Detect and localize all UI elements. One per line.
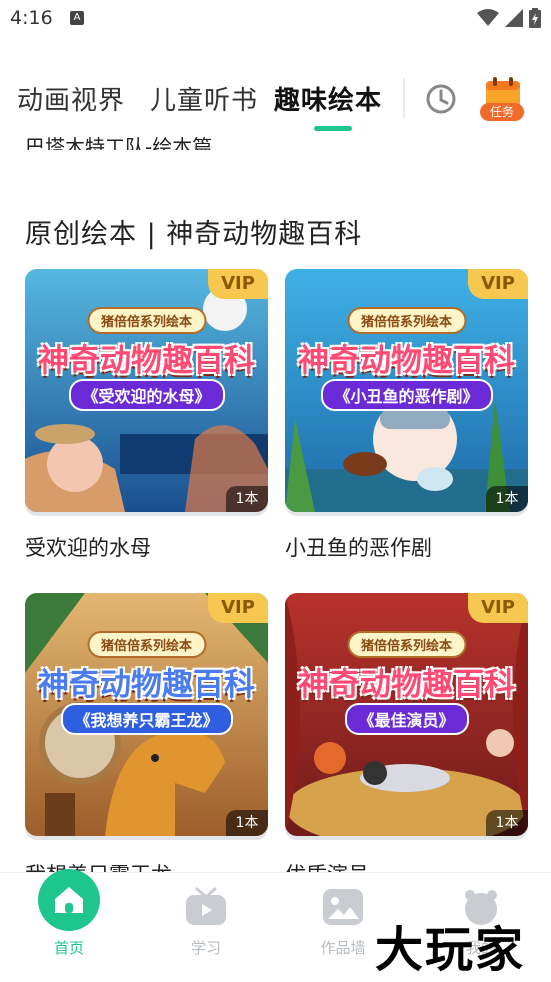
nav-home[interactable]: 首页 [14,869,124,982]
vip-badge: VIP [468,593,528,623]
tv-icon [186,887,226,925]
cover-subtitle: 《受欢迎的水母》 [68,379,225,411]
signal-icon [505,9,523,27]
status-icons [477,8,541,28]
book-cover[interactable]: 猪倍倍系列绘本 神奇动物趣百科 《我想养只霸王龙》 VIP 1本 [25,593,268,836]
wifi-icon [477,9,499,26]
nav-label: 学习 [190,939,221,957]
cover-title: 神奇动物趣百科 [298,667,515,703]
task-button[interactable]: 任务 [478,75,528,125]
cover-subtitle: 《小丑鱼的恶作剧》 [320,379,493,411]
section-title: 原创绘本 | 神奇动物趣百科 [25,219,363,250]
top-tab-bar: 动画视界 儿童听书 趣味绘本 任务 [0,70,551,134]
book-title[interactable]: 受欢迎的水母 [25,532,268,562]
book-card-best-actor[interactable]: 猪倍倍系列绘本 神奇动物趣百科 《最佳演员》 VIP 1本 优质演员 [285,593,528,874]
series-label: 猪倍倍系列绘本 [346,307,467,334]
series-label: 猪倍倍系列绘本 [346,631,467,658]
nav-label: 首页 [53,939,84,957]
book-cover[interactable]: 猪倍倍系列绘本 神奇动物趣百科 《受欢迎的水母》 VIP 1本 [25,269,268,512]
history-clock-icon[interactable] [424,82,458,116]
book-cover[interactable]: 猪倍倍系列绘本 神奇动物趣百科 《小丑鱼的恶作剧》 VIP 1本 [285,269,528,512]
cover-title: 神奇动物趣百科 [38,667,255,703]
home-icon [38,869,100,931]
watermark-logo: 大玩家 [375,922,526,978]
series-label: 猪倍倍系列绘本 [86,631,207,658]
nav-study[interactable]: 学习 [151,873,261,982]
status-bar: 4:16 A [0,0,551,38]
book-count-badge: 1本 [486,810,528,836]
book-count-badge: 1本 [226,486,268,512]
vip-badge: VIP [208,593,268,623]
active-tab-indicator [314,126,352,131]
tab-animation[interactable]: 动画视界 [17,80,125,117]
book-card-jellyfish[interactable]: 猪倍倍系列绘本 神奇动物趣百科 《受欢迎的水母》 VIP 1本 受欢迎的水母 [25,269,268,562]
task-label: 任务 [480,103,524,121]
vip-badge: VIP [208,269,268,299]
cover-title: 神奇动物趣百科 [298,343,515,379]
vip-badge: VIP [468,269,528,299]
cover-subtitle: 《最佳演员》 [344,703,469,735]
book-count-badge: 1本 [226,810,268,836]
battery-icon [529,8,541,28]
cover-subtitle: 《我想养只霸王龙》 [60,703,233,735]
status-time: 4:16 [10,7,53,29]
cover-title: 神奇动物趣百科 [38,343,255,379]
tab-audiobooks[interactable]: 儿童听书 [150,80,258,117]
book-title[interactable]: 小丑鱼的恶作剧 [285,532,528,562]
book-card-trex[interactable]: 猪倍倍系列绘本 神奇动物趣百科 《我想养只霸王龙》 VIP 1本 我想养只霸王龙 [25,593,268,874]
picture-icon [323,889,363,925]
tab-divider [403,78,405,118]
series-label: 猪倍倍系列绘本 [86,307,207,334]
tab-picture-books[interactable]: 趣味绘本 [274,80,382,117]
book-cover[interactable]: 猪倍倍系列绘本 神奇动物趣百科 《最佳演员》 VIP 1本 [285,593,528,836]
previous-section-title[interactable]: 巴塔木特工队-绘本篇 [25,128,212,150]
notification-icon: A [70,11,84,25]
book-count-badge: 1本 [486,486,528,512]
book-card-clownfish[interactable]: 猪倍倍系列绘本 神奇动物趣百科 《小丑鱼的恶作剧》 VIP 1本 小丑鱼的恶作剧 [285,269,528,562]
